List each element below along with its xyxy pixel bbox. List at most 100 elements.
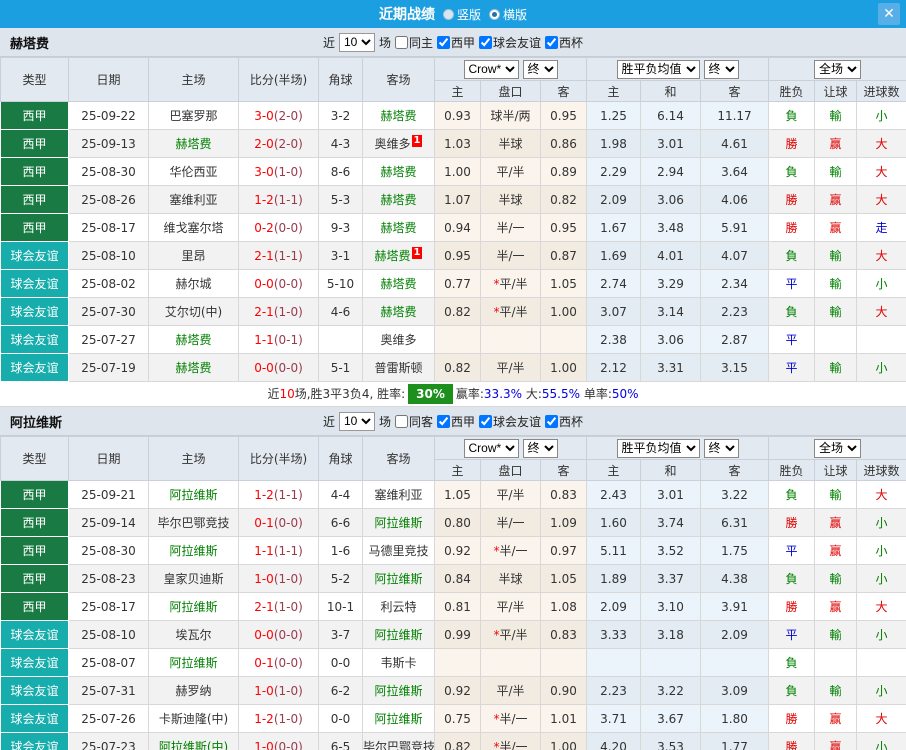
- bookmaker-select[interactable]: Crow*: [463, 59, 519, 79]
- odds-stage-select[interactable]: 终: [522, 59, 558, 79]
- cell-result: 平: [768, 536, 816, 565]
- cell-away-team: 马德里竞技: [362, 536, 435, 565]
- cell-mean-home: 5.11: [586, 536, 641, 565]
- away-team-name: 赫塔费: [374, 249, 411, 263]
- col-header-date: 日期: [68, 436, 149, 481]
- cell-goals-result: 小: [856, 101, 906, 130]
- cell-home-odds: 1.05: [434, 480, 481, 509]
- checkbox-icon[interactable]: [479, 35, 493, 49]
- table-row: 西甲 25-08-26 塞维利亚 1-2(1-1) 5-3 赫塔费 1.07 半球 0.82 2.…: [0, 185, 906, 214]
- summary-text: 50%: [611, 387, 639, 401]
- col-header-mean_away: 客: [699, 80, 770, 102]
- away-team-name: 马德里竞技: [368, 544, 429, 558]
- cell-mean-draw: 2.94: [640, 157, 701, 186]
- col-header-goals: 进球数: [856, 459, 906, 481]
- full-score: 0-2: [254, 220, 274, 235]
- away-team-name: 奥维多: [374, 137, 411, 151]
- cell-home-odds: 0.82: [434, 732, 481, 750]
- full-score: 0-0: [254, 627, 274, 642]
- cell-home-team: 阿拉维斯(中): [148, 732, 239, 750]
- checkbox-icon[interactable]: [394, 35, 408, 49]
- match-count-select[interactable]: 10: [338, 411, 375, 431]
- radio-icon[interactable]: [442, 8, 454, 20]
- league-checkbox-0[interactable]: 西甲: [437, 34, 475, 51]
- checkbox-icon[interactable]: [479, 414, 493, 428]
- close-icon[interactable]: ✕: [878, 3, 900, 25]
- home-team-name: 里昂: [181, 249, 206, 263]
- checkbox-icon[interactable]: [394, 414, 408, 428]
- mean-stage-select[interactable]: 终: [703, 59, 739, 79]
- same-venue-checkbox[interactable]: 同主: [394, 34, 433, 51]
- away-team-name: 韦斯卡: [380, 656, 417, 670]
- cell-match-type: 西甲: [0, 213, 69, 242]
- cell-goals-result: 小: [856, 620, 906, 649]
- checkbox-icon[interactable]: [437, 35, 450, 49]
- cell-match-type: 西甲: [0, 536, 69, 565]
- layout-vertical-radio[interactable]: 竖版: [442, 6, 481, 23]
- mean-select[interactable]: 胜平负均值: [616, 438, 700, 458]
- near-label: 近: [322, 35, 335, 50]
- cell-mean-home: 1.67: [586, 213, 641, 242]
- layout-horizontal-radio[interactable]: 横版: [489, 6, 527, 23]
- half-score: (1-1): [273, 248, 303, 263]
- home-team-name: 赫塔费: [175, 333, 212, 347]
- scope-select[interactable]: 全场: [814, 438, 862, 458]
- cell-match-type: 西甲: [0, 564, 69, 593]
- cell-away-odds: 0.95: [540, 213, 587, 242]
- cell-result: 負: [768, 480, 816, 509]
- cell-score: 1-1(1-1): [238, 536, 319, 565]
- bookmaker-select[interactable]: Crow*: [463, 438, 519, 458]
- cell-goals-result: 小: [856, 508, 906, 537]
- cell-corner: 6-6: [318, 508, 363, 537]
- cell-home-odds: 0.77: [434, 269, 481, 298]
- cell-mean-away: 1.80: [699, 704, 770, 733]
- cell-score: 0-1(0-0): [238, 508, 319, 537]
- cell-date: 25-08-17: [68, 592, 149, 621]
- cell-away-team: 赫塔费: [362, 101, 435, 130]
- checkbox-icon[interactable]: [545, 414, 559, 428]
- full-score: 0-1: [254, 515, 274, 530]
- cell-corner: 3-1: [318, 241, 363, 270]
- scope-select[interactable]: 全场: [814, 59, 862, 79]
- match-count-select[interactable]: 10: [338, 32, 375, 52]
- cell-score: 1-0(0-0): [238, 732, 319, 750]
- cell-score: 2-1(1-0): [238, 297, 319, 326]
- cell-mean-away: 3.09: [699, 676, 770, 705]
- col-header-goals: 进球数: [856, 80, 906, 102]
- col-header-away_odds: 客: [540, 80, 587, 102]
- mean-stage-select[interactable]: 终: [703, 438, 739, 458]
- mean-select[interactable]: 胜平负均值: [616, 59, 700, 79]
- cell-home-team: 里昂: [148, 241, 239, 270]
- odds-stage-select[interactable]: 终: [522, 438, 558, 458]
- cell-date: 25-09-13: [68, 129, 149, 158]
- cell-goals-result: [856, 325, 906, 354]
- cell-goals-result: 大: [856, 592, 906, 621]
- cell-home-team: 维戈塞尔塔: [148, 213, 239, 242]
- league-checkbox-1[interactable]: 球会友谊: [479, 34, 541, 51]
- cell-mean-away: 3.64: [699, 157, 770, 186]
- cell-away-odds: [540, 648, 587, 677]
- cell-date: 25-08-30: [68, 157, 149, 186]
- home-team-name: 赫塔费: [175, 137, 212, 151]
- early-odds-star: *: [493, 305, 500, 319]
- col-header-mean_home: 主: [586, 80, 641, 102]
- cell-away-team: 赫塔费: [362, 213, 435, 242]
- league-checkbox-2[interactable]: 西杯: [545, 34, 583, 51]
- table-row: 球会友谊 25-08-02 赫尔城 0-0(0-0) 5-10 赫塔费 0.77 *平/半 1.…: [0, 269, 906, 298]
- checkbox-icon[interactable]: [437, 414, 450, 428]
- home-team-name: 华伦西亚: [169, 165, 218, 179]
- league-checkbox-0[interactable]: 西甲: [437, 413, 475, 430]
- summary-text: 赢率:: [455, 387, 484, 401]
- league-checkbox-2[interactable]: 西杯: [545, 413, 583, 430]
- cell-home-odds: 0.99: [434, 620, 481, 649]
- table-row: 球会友谊 25-07-30 艾尔切(中) 2-1(1-0) 4-6 赫塔费 0.82 *平/半…: [0, 297, 906, 326]
- cell-away-team: 赫塔费 1: [362, 241, 435, 270]
- checkbox-icon[interactable]: [545, 35, 559, 49]
- cell-away-odds: 0.86: [540, 129, 587, 158]
- league-checkbox-1[interactable]: 球会友谊: [479, 413, 541, 430]
- cell-match-type: 西甲: [0, 185, 69, 214]
- cell-home-team: 赫塔费: [148, 325, 239, 354]
- radio-checked-icon[interactable]: [489, 8, 500, 20]
- cell-handicap: 半球: [480, 564, 541, 593]
- same-venue-checkbox[interactable]: 同客: [394, 413, 433, 430]
